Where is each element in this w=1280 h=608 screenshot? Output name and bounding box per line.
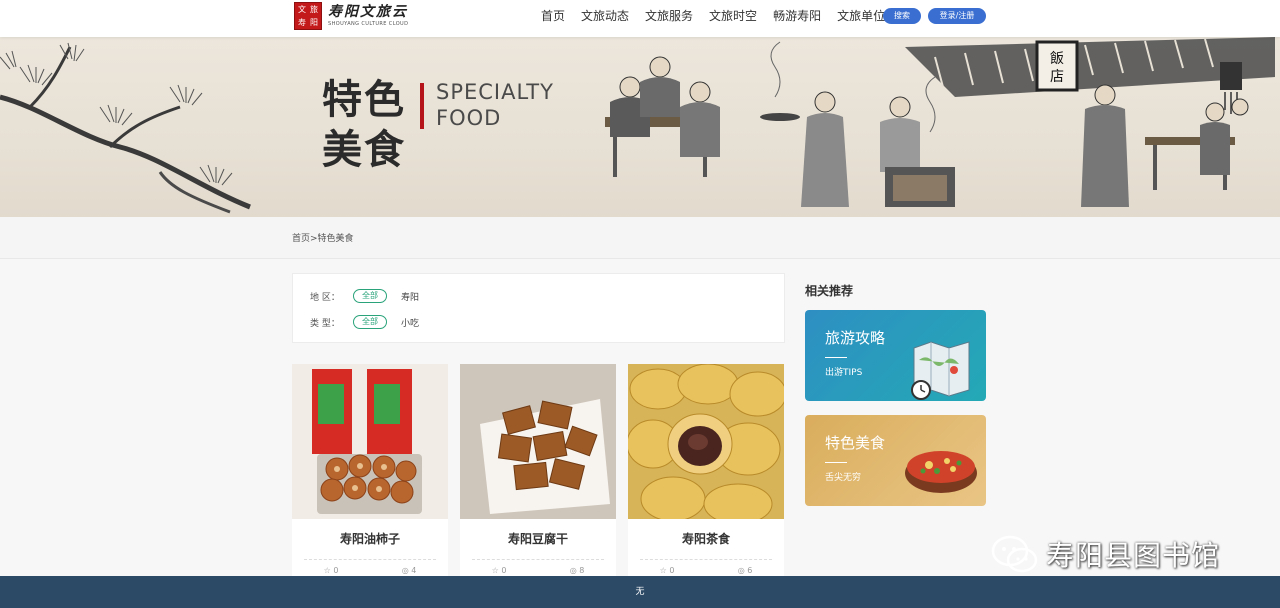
seal-char: 寿 [298, 18, 306, 27]
food-card-title: 寿阳油柿子 [339, 532, 400, 546]
card-divider [304, 559, 436, 560]
filter-row-region: 地 区： 全部 寿阳 [310, 289, 419, 303]
view-count: ◎ 8 [569, 566, 585, 575]
page-footer: 无 [0, 576, 1280, 608]
map-icon [911, 341, 970, 400]
banner-title-cn-line2: 美食 [322, 126, 406, 173]
seal-char: 阳 [310, 18, 318, 27]
like-count-value: 0 [333, 566, 339, 575]
view-count-value: 4 [411, 566, 417, 575]
food-image-dried-tofu [460, 364, 616, 519]
page-banner: 特色 美食 SPECIALTY FOOD 飯 店 [0, 37, 1280, 217]
login-register-button[interactable]: 登录/注册 [928, 8, 986, 24]
food-bowl-icon [905, 451, 977, 493]
card-stats: ☆ 0 ◎ 8 [460, 566, 616, 575]
recommend-subtitle: 舌尖无穷 [825, 473, 862, 483]
like-count-value: 0 [669, 566, 675, 575]
banner-title-en-line1: SPECIALTY [436, 80, 554, 104]
filter-label-type: 类 型： [310, 318, 340, 329]
like-count[interactable]: ☆ 0 [324, 566, 339, 575]
logo-seal: 文 旅 寿 阳 [294, 2, 322, 30]
shop-sign-char: 店 [1050, 69, 1064, 85]
food-card[interactable]: 寿阳豆腐干 ☆ 0 ◎ 8 [460, 364, 616, 584]
like-count[interactable]: ☆ 0 [492, 566, 507, 575]
food-image-oil-persimmon [292, 364, 448, 519]
view-count: ◎ 4 [401, 566, 417, 575]
food-card-title: 寿阳茶食 [681, 532, 730, 546]
food-card-title: 寿阳豆腐干 [507, 532, 568, 546]
banner-title-en-line2: FOOD [436, 106, 502, 130]
search-button[interactable]: 搜索 [883, 8, 921, 24]
main-nav: 首页 文旅动态 文旅服务 文旅时空 畅游寿阳 文旅单位 [541, 8, 901, 24]
recommend-travel-guide[interactable]: 旅游攻略 出游TIPS [805, 310, 986, 401]
breadcrumb[interactable]: 首页>特色美食 [292, 231, 354, 244]
watermark-text: 寿阳县图书馆 [1046, 539, 1221, 572]
breadcrumb-bar: 首页>特色美食 [0, 217, 1280, 259]
nav-item-home[interactable]: 首页 [541, 8, 565, 24]
filter-type-option[interactable]: 小吃 [401, 316, 419, 329]
banner-title-cn: 特色 美食 [322, 75, 412, 175]
shop-sign-char: 飯 [1050, 50, 1064, 67]
card-stats: ☆ 0 ◎ 4 [292, 566, 448, 575]
seal-char: 文 [298, 5, 306, 14]
card-stats: ☆ 0 ◎ 6 [628, 566, 784, 575]
like-count-value: 0 [501, 566, 507, 575]
filter-row-type: 类 型： 全部 小吃 [310, 315, 419, 329]
banner-divider [420, 83, 424, 129]
filter-region-all[interactable]: 全部 [353, 289, 387, 303]
food-image-tea-pastry [628, 364, 784, 519]
watermark: 寿阳县图书馆 [990, 534, 1220, 574]
logo-subtitle: SHOUYANG CULTURE CLOUD [328, 21, 409, 27]
logo-title: 寿阳文旅云 [328, 4, 408, 20]
recommend-specialty-food[interactable]: 特色美食 舌尖无穷 [805, 415, 986, 506]
view-count: ◎ 6 [737, 566, 753, 575]
filter-type-all[interactable]: 全部 [353, 315, 387, 329]
filter-panel: 地 区： 全部 寿阳 类 型： 全部 小吃 [292, 273, 785, 343]
recommend-title: 特色美食 [825, 434, 886, 452]
card-divider [472, 559, 604, 560]
nav-item-travel[interactable]: 畅游寿阳 [773, 8, 821, 24]
seal-char: 旅 [310, 5, 318, 14]
view-count-value: 8 [579, 566, 585, 575]
filter-label-region: 地 区： [310, 292, 340, 303]
wechat-icon [991, 535, 1038, 573]
recommend-subtitle: 出游TIPS [825, 368, 863, 378]
card-divider [640, 559, 772, 560]
food-card[interactable]: 寿阳茶食 ☆ 0 ◎ 6 [628, 364, 784, 584]
sidebar-title: 相关推荐 [805, 284, 854, 298]
nav-item-news[interactable]: 文旅动态 [581, 8, 629, 24]
recommend-title: 旅游攻略 [825, 329, 886, 347]
site-logo[interactable]: 文 旅 寿 阳 寿阳文旅云 SHOUYANG CULTURE CLOUD [294, 2, 408, 30]
nav-item-timespace[interactable]: 文旅时空 [709, 8, 757, 24]
view-count-value: 6 [747, 566, 753, 575]
nav-item-services[interactable]: 文旅服务 [645, 8, 693, 24]
recommend-divider [825, 357, 847, 358]
pine-branch-illustration [0, 42, 251, 214]
banner-title-en: SPECIALTY FOOD [436, 79, 556, 131]
food-card[interactable]: 寿阳油柿子 ☆ 0 ◎ 4 [292, 364, 448, 584]
banner-title-cn-line1: 特色 [322, 76, 406, 123]
filter-region-option[interactable]: 寿阳 [401, 290, 419, 303]
restaurant-scene-illustration: 飯 店 [605, 37, 1275, 207]
like-count[interactable]: ☆ 0 [660, 566, 675, 575]
site-header: 文 旅 寿 阳 寿阳文旅云 SHOUYANG CULTURE CLOUD 首页 … [0, 0, 1280, 37]
recommend-divider [825, 462, 847, 463]
nav-item-units[interactable]: 文旅单位 [837, 8, 885, 24]
